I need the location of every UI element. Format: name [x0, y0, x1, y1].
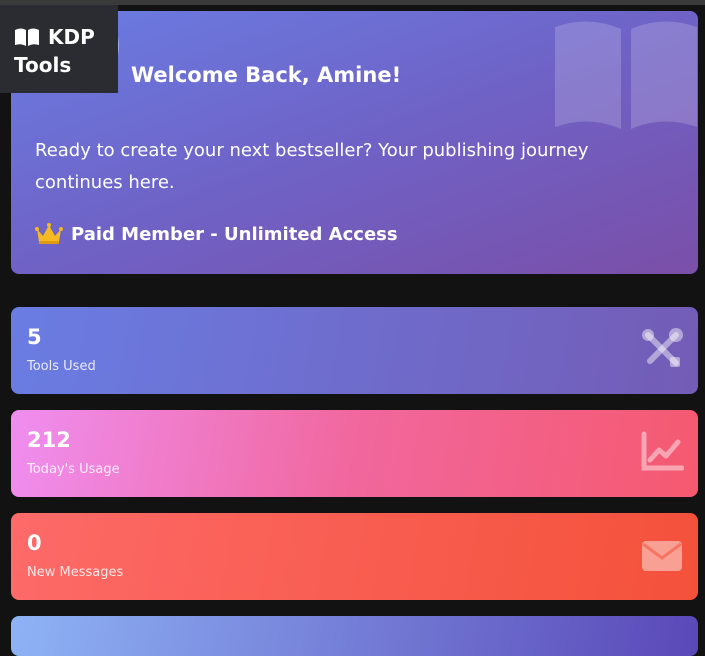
- stat-label: Tools Used: [27, 359, 96, 374]
- chart-line-icon: [641, 431, 684, 471]
- brand-name-line1: KDP: [48, 25, 95, 49]
- tools-icon: [642, 328, 683, 367]
- brand-name-line2: Tools: [14, 53, 72, 77]
- crown-icon: [35, 223, 63, 244]
- stat-value: 212: [27, 428, 71, 452]
- stat-label: New Messages: [27, 565, 124, 580]
- membership-label: Paid Member - Unlimited Access: [71, 223, 398, 245]
- welcome-subtitle: Ready to create your next bestseller? Yo…: [35, 140, 589, 193]
- envelope-icon: [642, 541, 682, 571]
- stat-value: 5: [27, 325, 42, 349]
- stat-card-partial[interactable]: [11, 616, 698, 656]
- membership-status: Paid Member - Unlimited Access: [35, 223, 398, 245]
- book-open-icon: [555, 21, 697, 129]
- stat-card-new-messages[interactable]: 0 New Messages: [11, 513, 698, 600]
- stat-card-todays-usage[interactable]: 212 Today's Usage: [11, 410, 698, 497]
- stat-value: 0: [27, 531, 42, 555]
- book-open-icon: [15, 28, 39, 46]
- welcome-title: Welcome Back, Amine!: [131, 63, 402, 87]
- stat-label: Today's Usage: [27, 462, 120, 477]
- brand-logo[interactable]: KDP Tools: [0, 5, 118, 93]
- stat-card-tools-used[interactable]: 5 Tools Used: [11, 307, 698, 394]
